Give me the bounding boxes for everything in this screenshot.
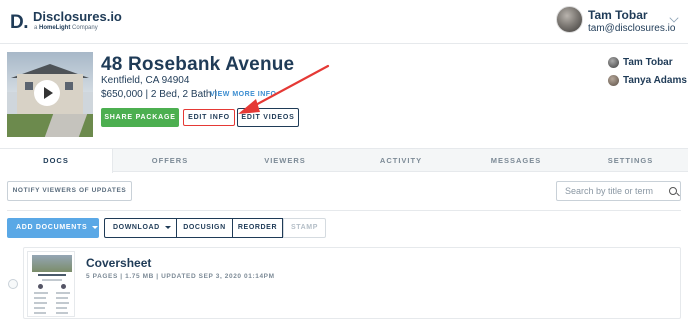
document-meta: 5 PAGES | 1.75 MB | UPDATED SEP 3, 2020 …	[86, 273, 275, 280]
thumbnail-line	[56, 307, 67, 309]
document-title[interactable]: Coversheet	[86, 256, 151, 270]
download-label: DOWNLOAD	[113, 224, 160, 231]
add-documents-label: ADD DOCUMENTS	[16, 224, 88, 231]
property-details: $650,000 | 2 Bed, 2 Bath |	[101, 89, 217, 100]
caret-down-icon	[92, 225, 99, 229]
agent-name: Tam Tobar	[623, 57, 673, 68]
document-thumbnail[interactable]	[27, 251, 75, 317]
thumbnail-avatar	[38, 284, 43, 289]
thumbnail-line	[34, 292, 48, 294]
thumbnail-line	[34, 312, 46, 314]
caret-down-icon	[164, 225, 171, 229]
edit-info-button[interactable]: EDIT INFO	[183, 109, 235, 126]
docusign-button[interactable]: DOCUSIGN	[176, 218, 233, 238]
divider	[7, 210, 681, 211]
search-box	[556, 181, 681, 201]
thumbnail-avatar	[61, 284, 66, 289]
top-header: D. Disclosures.io a HomeLight Company Ta…	[0, 0, 688, 44]
logo-mark[interactable]: D.	[10, 12, 29, 34]
tab-messages[interactable]: MESSAGES	[459, 149, 573, 172]
document-select-radio[interactable]	[8, 279, 18, 289]
tab-viewers[interactable]: VIEWERS	[227, 149, 343, 172]
reorder-button[interactable]: REORDER	[232, 218, 283, 238]
share-package-button[interactable]: SHARE PACKAGE	[101, 108, 179, 127]
notify-viewers-button[interactable]: NOTIFY VIEWERS OF UPDATES	[7, 181, 132, 201]
thumbnail-title-line	[38, 274, 66, 276]
chevron-down-icon[interactable]	[669, 13, 679, 23]
add-documents-button[interactable]: ADD DOCUMENTS	[7, 218, 99, 238]
document-row[interactable]: Coversheet 5 PAGES | 1.75 MB | UPDATED S…	[23, 247, 681, 319]
thumbnail-line	[56, 312, 68, 314]
agent-avatar	[608, 57, 619, 68]
tab-docs[interactable]: DOCS	[0, 149, 113, 173]
thumbnail-line	[34, 307, 45, 309]
thumbnail-line	[42, 279, 62, 281]
tab-activity[interactable]: ACTIVITY	[343, 149, 459, 172]
tab-settings[interactable]: SETTINGS	[573, 149, 688, 172]
user-avatar[interactable]	[556, 6, 583, 33]
tagline-suffix: Company	[72, 25, 98, 31]
user-name[interactable]: Tam Tobar	[588, 8, 648, 22]
tagline-prefix: a	[34, 25, 38, 31]
search-input[interactable]	[565, 184, 665, 198]
app-name[interactable]: Disclosures.io	[33, 9, 122, 24]
thumbnail-window	[65, 82, 73, 90]
agent-avatar	[608, 75, 619, 86]
thumbnail-image	[32, 255, 72, 272]
tab-bar: DOCS OFFERS VIEWERS ACTIVITY MESSAGES SE…	[0, 148, 688, 173]
search-icon[interactable]	[669, 187, 677, 195]
download-button[interactable]: DOWNLOAD	[104, 218, 177, 238]
stamp-button[interactable]: STAMP	[283, 218, 326, 238]
play-icon[interactable]	[34, 80, 60, 106]
thumbnail-window	[25, 82, 33, 90]
agent-name: Tanya Adams	[623, 75, 687, 86]
logo-tagline: a HomeLight Company	[34, 25, 98, 31]
tagline-brand: HomeLight	[39, 25, 71, 31]
thumbnail-line	[56, 302, 69, 304]
annotation-arrow-icon	[238, 64, 330, 114]
thumbnail-line	[56, 297, 68, 299]
user-email[interactable]: tam@disclosures.io	[588, 23, 675, 34]
thumbnail-line	[56, 292, 70, 294]
property-city: Kentfield, CA 94904	[101, 75, 190, 86]
thumbnail-line	[34, 297, 46, 299]
tab-offers[interactable]: OFFERS	[113, 149, 227, 172]
thumbnail-line	[34, 302, 47, 304]
